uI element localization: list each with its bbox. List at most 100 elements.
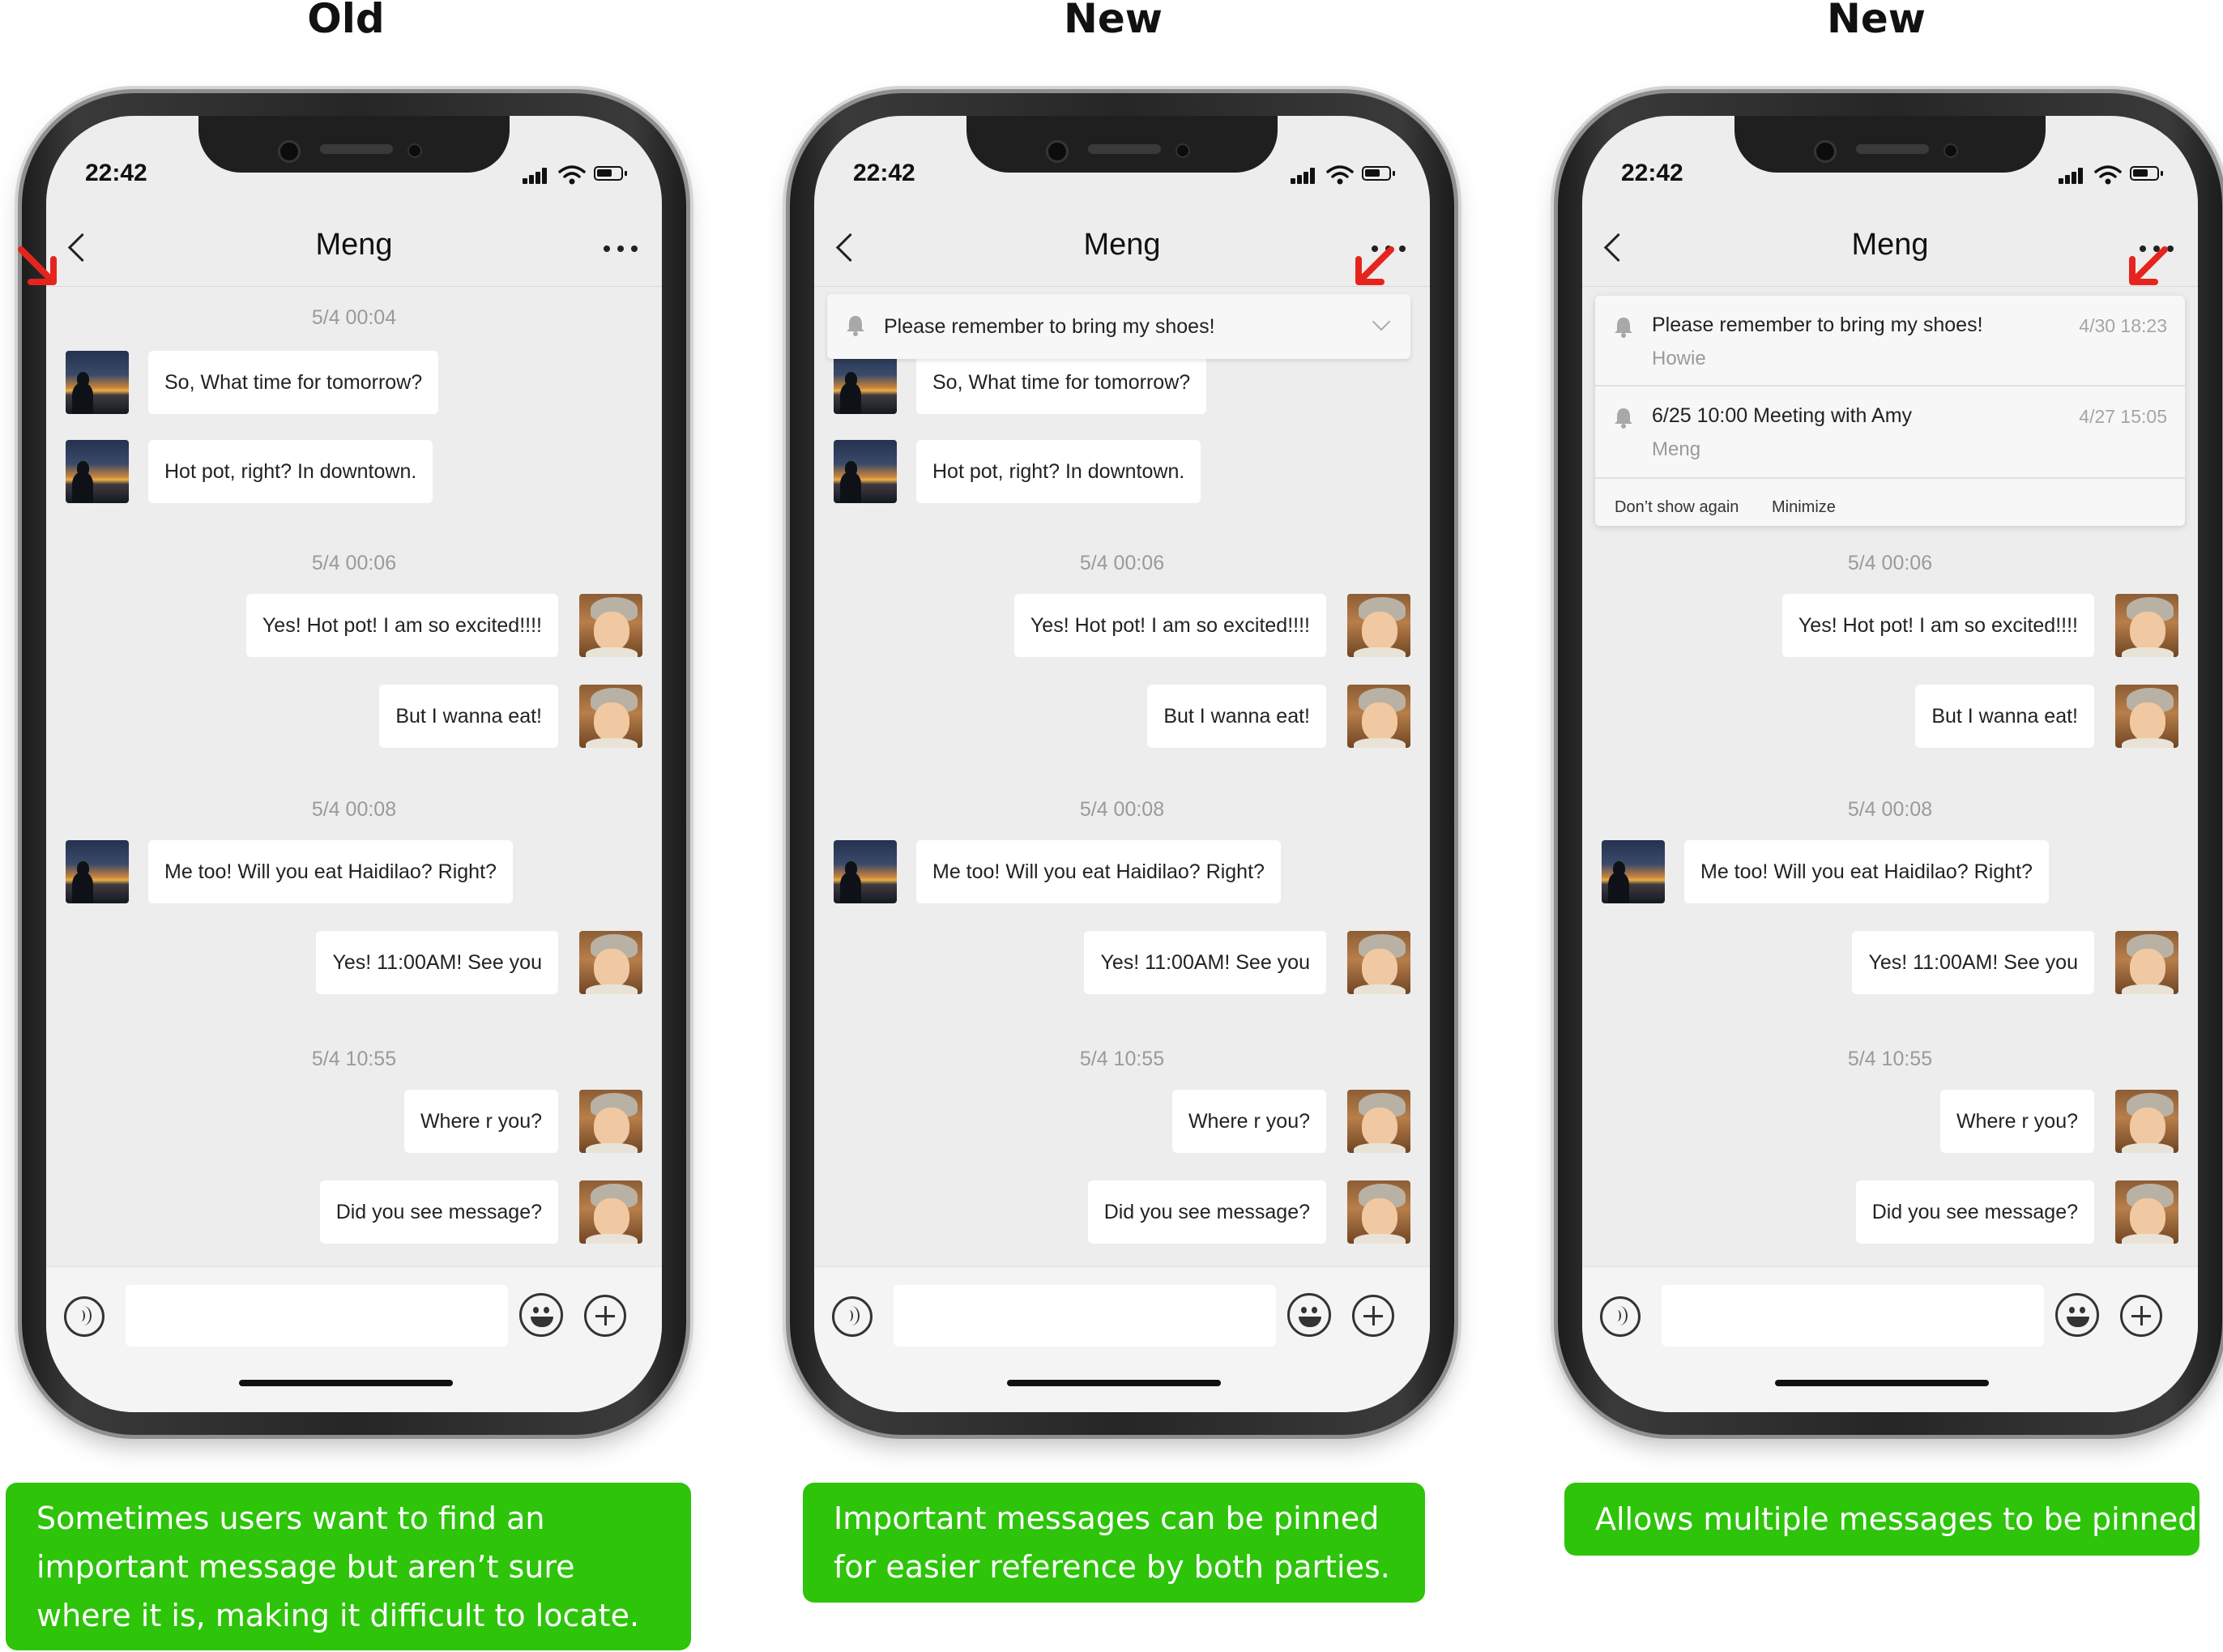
avatar-me[interactable]	[2115, 931, 2178, 994]
avatar-me[interactable]	[1347, 1180, 1410, 1244]
avatar-me[interactable]	[579, 1090, 642, 1153]
avatar-meng[interactable]	[66, 440, 129, 503]
message-bubble[interactable]: But I wanna eat!	[1147, 685, 1326, 748]
plus-icon[interactable]	[584, 1295, 626, 1337]
pinned-message-bar[interactable]: Please remember to bring my shoes!	[827, 294, 1410, 359]
chat-screen: 22:42 Meng So, What time for tomorrow? H…	[814, 116, 1430, 1412]
message-bubble[interactable]: Yes! 11:00AM! See you	[1084, 931, 1326, 994]
chat-header: Meng	[1582, 211, 2198, 284]
message-bubble[interactable]: Where r you?	[1939, 1090, 2094, 1153]
emoji-icon[interactable]	[2055, 1293, 2099, 1337]
status-time: 22:42	[85, 160, 147, 186]
message-timestamp: 5/4 00:06	[1847, 552, 1933, 574]
plus-icon[interactable]	[2120, 1295, 2162, 1337]
wifi-icon	[558, 165, 586, 185]
pinned-message-text: Please remember to bring my shoes!	[1652, 314, 1983, 336]
caption-new-multiple: Allows multiple messages to be pinned.	[1564, 1483, 2207, 1556]
message-bubble[interactable]: Yes! Hot pot! I am so excited!!!!	[245, 594, 558, 657]
status-icons	[2059, 163, 2164, 187]
avatar-me[interactable]	[1347, 1090, 1410, 1153]
avatar-meng[interactable]	[66, 840, 129, 903]
message-bubble[interactable]: So, What time for tomorrow?	[916, 351, 1207, 414]
pinned-message-sender: Howie	[1652, 348, 1706, 369]
message-bubble[interactable]: Yes! 11:00AM! See you	[316, 931, 558, 994]
battery-icon	[1362, 166, 1395, 181]
chat-header: Meng	[46, 211, 662, 284]
message-bubble[interactable]: Yes! 11:00AM! See you	[1852, 931, 2094, 994]
message-input[interactable]	[894, 1285, 1276, 1347]
message-bubble[interactable]: Me too! Will you eat Haidilao? Right?	[1684, 840, 2049, 903]
message-timestamp: 5/4 00:04	[311, 306, 397, 329]
emoji-icon[interactable]	[519, 1293, 563, 1337]
avatar-me[interactable]	[1347, 931, 1410, 994]
chat-screen: 22:42 Meng 5/4 00:04 So, What time for t…	[46, 116, 662, 1412]
message-bubble[interactable]: Did you see message?	[319, 1180, 558, 1244]
voice-icon[interactable]	[832, 1296, 873, 1337]
message-bubble[interactable]: Hot pot, right? In downtown.	[916, 440, 1201, 503]
battery-icon	[594, 166, 627, 181]
status-icons	[1291, 163, 1396, 187]
pinned-message-item[interactable]: 6/25 10:00 Meeting with Amy Meng 4/27 15…	[1595, 386, 2185, 476]
phone-mockup-new-multiple: 22:42 Meng Please remember to bring my s…	[1558, 93, 2222, 1435]
message-bubble[interactable]: Me too! Will you eat Haidilao? Right?	[916, 840, 1281, 903]
avatar-me[interactable]	[579, 931, 642, 994]
avatar-me[interactable]	[1347, 685, 1410, 748]
message-timestamp: 5/4 00:08	[311, 798, 397, 821]
avatar-me[interactable]	[579, 1180, 642, 1244]
message-bubble[interactable]: But I wanna eat!	[1915, 685, 2094, 748]
dont-show-again-button[interactable]: Don’t show again	[1615, 498, 1739, 517]
avatar-meng[interactable]	[1602, 840, 1665, 903]
avatar-me[interactable]	[2115, 1090, 2178, 1153]
chevron-down-icon[interactable]	[1372, 312, 1391, 331]
phone-mockup-old: 22:42 Meng 5/4 00:04 So, What time for t…	[22, 93, 686, 1435]
avatar-me[interactable]	[2115, 1180, 2178, 1244]
red-arrow-icon	[1355, 246, 1394, 285]
message-input[interactable]	[126, 1285, 508, 1347]
message-bubble[interactable]: Me too! Will you eat Haidilao? Right?	[148, 840, 513, 903]
message-bubble[interactable]: Did you see message?	[1855, 1180, 2094, 1244]
column-heading-old: Old	[307, 0, 385, 42]
avatar-me[interactable]	[1347, 594, 1410, 657]
signal-icon	[1291, 166, 1318, 184]
message-bubble[interactable]: Yes! Hot pot! I am so excited!!!!	[1013, 594, 1326, 657]
avatar-meng[interactable]	[66, 351, 129, 414]
pinned-message-text: Please remember to bring my shoes!	[884, 315, 1215, 338]
avatar-me[interactable]	[579, 594, 642, 657]
caption-old: Sometimes users want to find an importan…	[6, 1483, 691, 1650]
minimize-button[interactable]: Minimize	[1772, 498, 1836, 517]
red-arrow-icon	[2129, 246, 2168, 285]
message-bubble[interactable]: Where r you?	[1171, 1090, 1326, 1153]
message-bubble[interactable]: Did you see message?	[1087, 1180, 1326, 1244]
home-indicator	[1775, 1380, 1989, 1386]
header-divider	[46, 286, 662, 287]
notch	[198, 116, 510, 173]
header-divider	[1582, 286, 2198, 287]
home-indicator	[1007, 1380, 1221, 1386]
message-bubble[interactable]: So, What time for tomorrow?	[148, 351, 439, 414]
more-dots-icon[interactable]	[604, 245, 639, 254]
voice-icon[interactable]	[64, 1296, 105, 1337]
message-bubble[interactable]: Yes! Hot pot! I am so excited!!!!	[1781, 594, 2094, 657]
message-timestamp: 5/4 10:55	[1079, 1048, 1165, 1070]
notch	[1734, 116, 2046, 173]
bell-icon	[1615, 318, 1632, 338]
avatar-me[interactable]	[2115, 594, 2178, 657]
message-bubble[interactable]: But I wanna eat!	[379, 685, 558, 748]
avatar-meng[interactable]	[834, 351, 897, 414]
avatar-me[interactable]	[579, 685, 642, 748]
avatar-meng[interactable]	[834, 440, 897, 503]
battery-icon	[2130, 166, 2163, 181]
pinned-message-item[interactable]: Please remember to bring my shoes! Howie…	[1595, 296, 2185, 385]
emoji-icon[interactable]	[1287, 1293, 1331, 1337]
message-input[interactable]	[1662, 1285, 2044, 1347]
chat-screen: 22:42 Meng Please remember to bring my s…	[1582, 116, 2198, 1412]
voice-icon[interactable]	[1600, 1296, 1641, 1337]
avatar-me[interactable]	[2115, 685, 2178, 748]
message-bubble[interactable]: Where r you?	[403, 1090, 558, 1153]
plus-icon[interactable]	[1352, 1295, 1394, 1337]
message-bubble[interactable]: Hot pot, right? In downtown.	[148, 440, 433, 503]
avatar-meng[interactable]	[834, 840, 897, 903]
status-icons	[523, 163, 628, 187]
chat-header: Meng	[814, 211, 1430, 284]
input-bar	[814, 1266, 1430, 1412]
